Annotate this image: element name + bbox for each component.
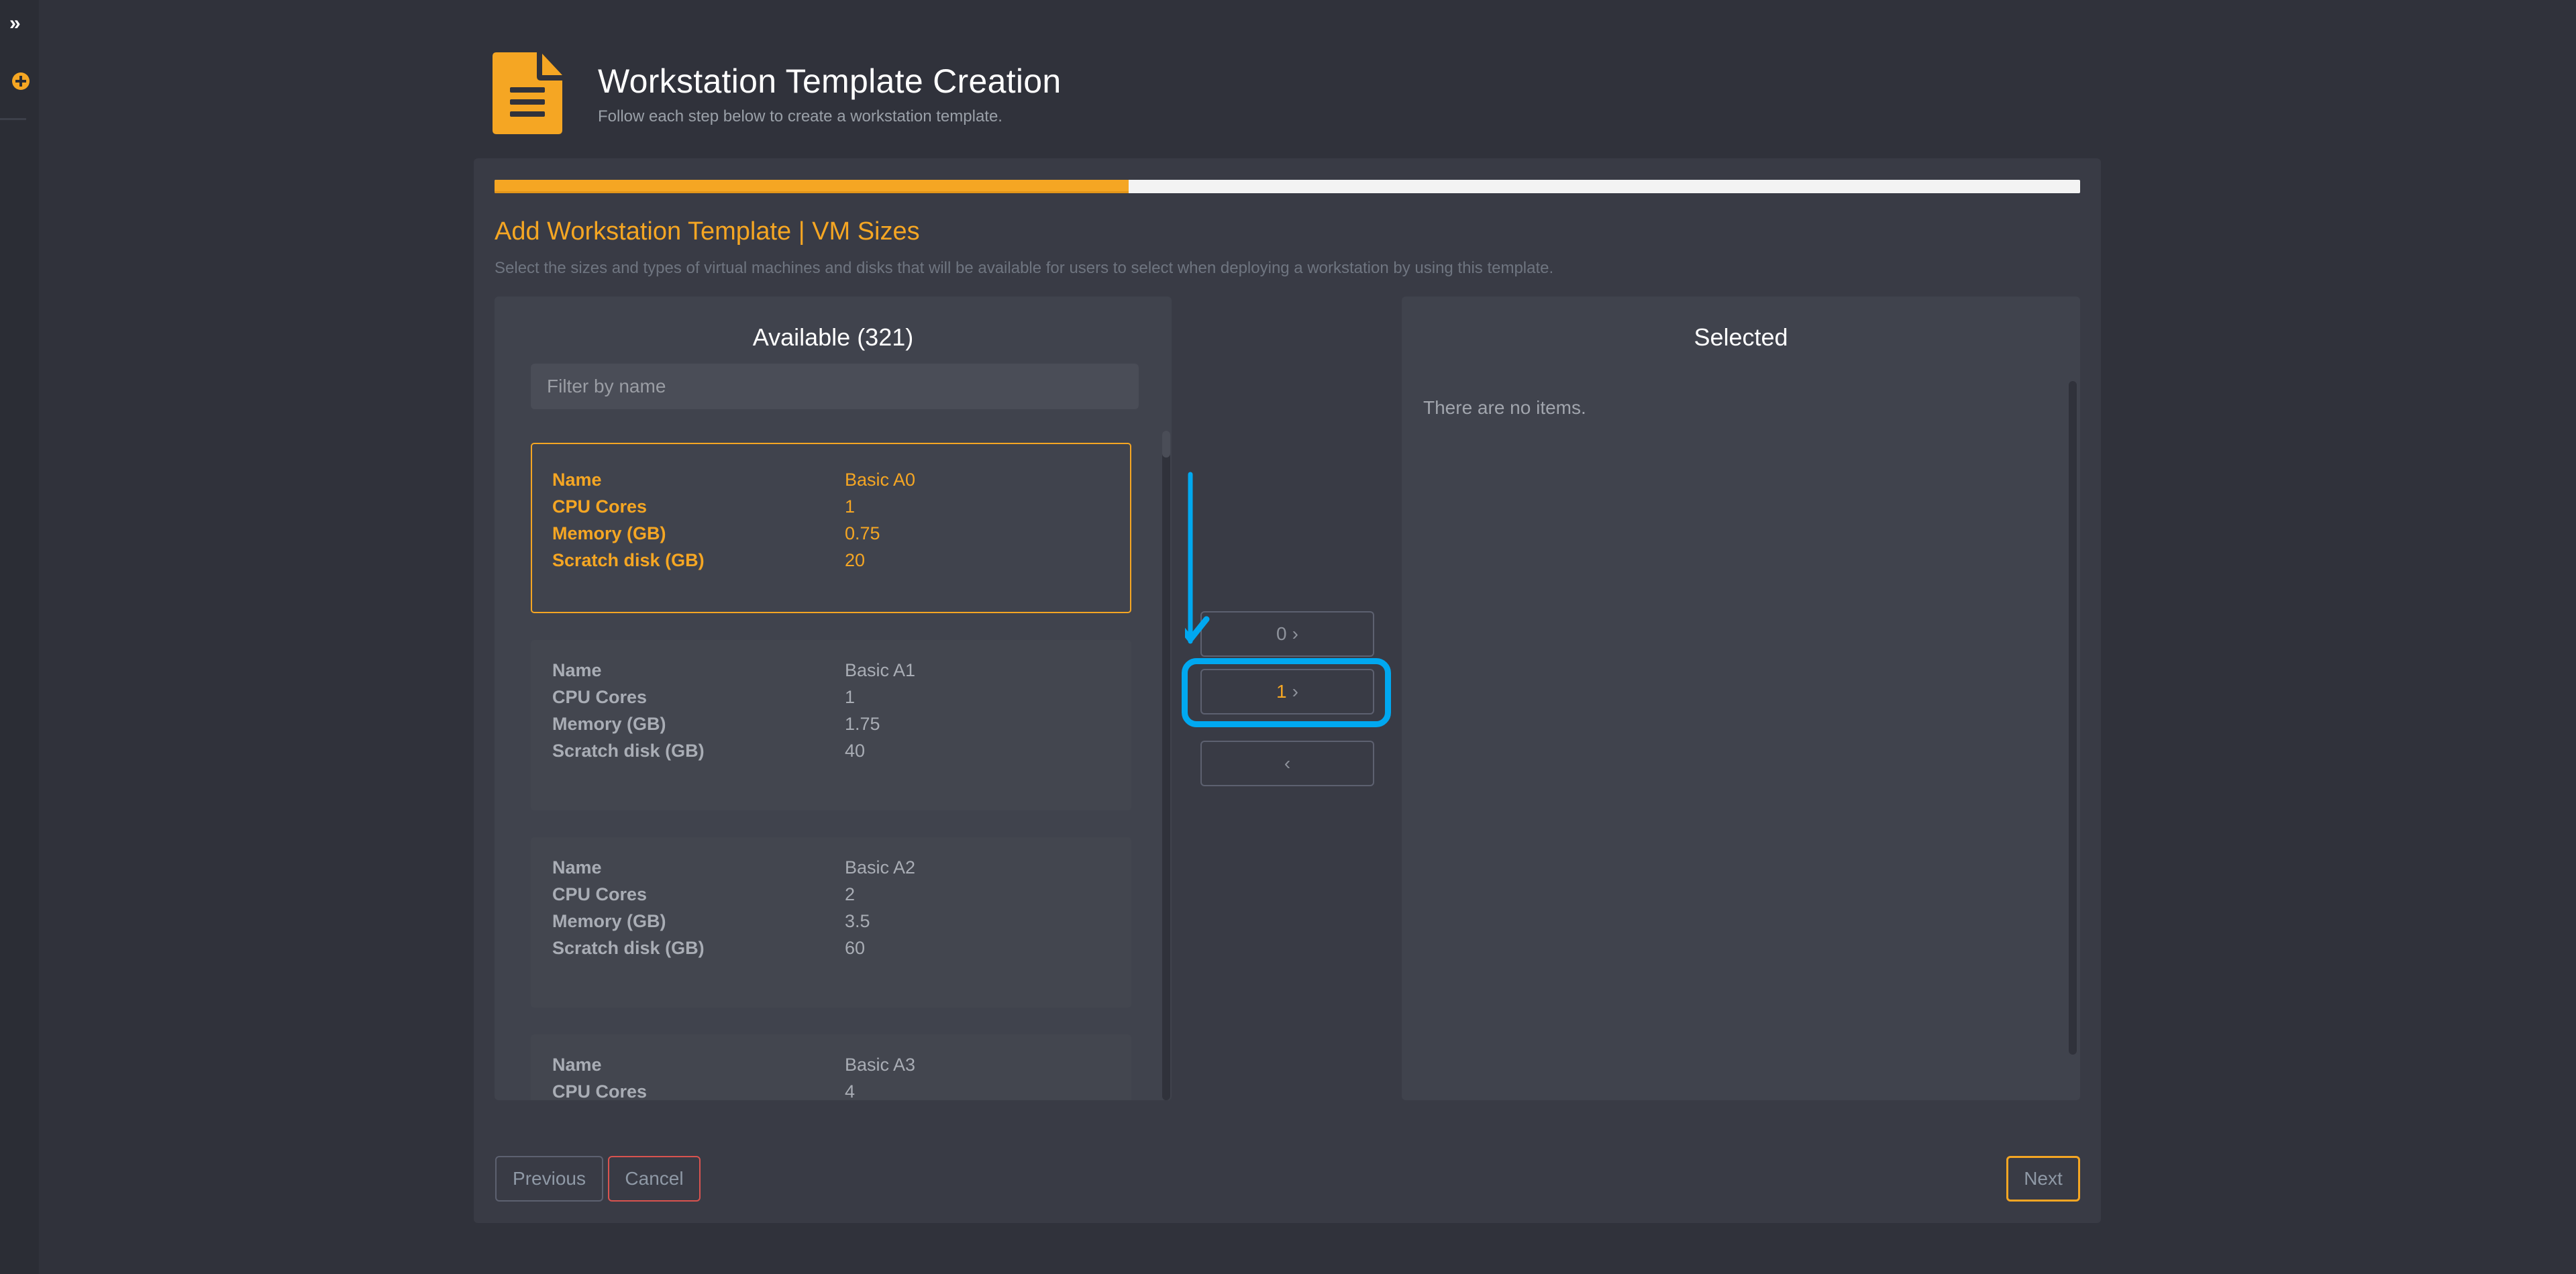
vm-property-row: Memory (GB) 3.5 — [552, 911, 1116, 938]
vm-property-label: Name — [552, 660, 602, 680]
vm-property-value: Basic A3 — [845, 1055, 916, 1075]
previous-button[interactable]: Previous — [495, 1156, 603, 1202]
cancel-button[interactable]: Cancel — [608, 1156, 701, 1202]
available-scrollbar-thumb[interactable] — [1162, 431, 1170, 458]
vm-property-row: Memory (GB) 1.75 — [552, 714, 1116, 741]
selected-heading: Selected — [1694, 323, 1788, 351]
left-rail: » — [0, 0, 39, 1274]
add-circle-icon[interactable] — [12, 72, 30, 90]
vm-size-card[interactable]: Name Basic A3 CPU Cores 4 — [531, 1034, 1131, 1100]
vm-property-label: Scratch disk (GB) — [552, 938, 705, 958]
progress-bar — [495, 180, 2080, 193]
vm-property-value: 60 — [845, 938, 866, 958]
page-subtitle: Follow each step below to create a works… — [598, 107, 1002, 125]
vm-property-row: Name Basic A0 — [552, 470, 1116, 496]
chevron-left-icon: ‹ — [1284, 753, 1291, 774]
vm-property-value: 1 — [845, 496, 856, 517]
vm-size-card[interactable]: Name Basic A1 CPU Cores 1 Memory (GB) 1.75 Scr… — [531, 640, 1131, 810]
vm-property-row: CPU Cores 1 — [552, 496, 1116, 523]
vm-property-row: Scratch disk (GB) 20 — [552, 550, 1116, 577]
vm-size-card[interactable]: Name Basic A2 CPU Cores 2 Memory (GB) 3.5 Scra… — [531, 837, 1131, 1008]
vm-property-value: 1.75 — [845, 714, 880, 734]
empty-message: There are no items. — [1423, 397, 1586, 418]
vm-property-value: 2 — [845, 884, 856, 904]
vm-property-row: CPU Cores 4 — [552, 1081, 1116, 1100]
vm-property-label: Name — [552, 470, 602, 490]
move-selected-button[interactable]: 1 › — [1200, 669, 1374, 714]
vm-property-value: Basic A1 — [845, 660, 916, 680]
document-icon — [493, 52, 562, 134]
move-all-button[interactable]: 0 › — [1200, 611, 1374, 657]
vm-property-label: Memory (GB) — [552, 523, 666, 543]
available-scrollbar[interactable] — [1162, 431, 1170, 1100]
vm-property-row: Memory (GB) 0.75 — [552, 523, 1116, 550]
next-button[interactable]: Next — [2006, 1156, 2080, 1202]
vm-property-value: 1 — [845, 687, 856, 707]
vm-property-label: Scratch disk (GB) — [552, 741, 705, 761]
step-description: Select the sizes and types of virtual ma… — [495, 259, 1554, 277]
page-title: Workstation Template Creation — [598, 62, 1062, 100]
wizard-card: Add Workstation Template | VM Sizes Sele… — [474, 158, 2101, 1223]
vm-property-label: CPU Cores — [552, 687, 648, 707]
move-back-button[interactable]: ‹ — [1200, 741, 1374, 786]
filter-input[interactable] — [531, 364, 1139, 409]
vm-property-value: 0.75 — [845, 523, 880, 543]
vm-property-value: 40 — [845, 741, 866, 761]
vm-property-value: Basic A0 — [845, 470, 916, 490]
vm-property-row: Name Basic A3 — [552, 1055, 1116, 1081]
vm-property-value: 20 — [845, 550, 866, 570]
selected-panel: Selected There are no items. — [1402, 297, 2080, 1100]
chevron-right-icon: › — [1292, 681, 1298, 702]
vm-property-label: Name — [552, 1055, 602, 1075]
vm-size-card[interactable]: Name Basic A0 CPU Cores 1 Memory (GB) 0.75 Scr… — [531, 443, 1131, 613]
selected-scrollbar[interactable] — [2069, 381, 2077, 1055]
vm-property-row: CPU Cores 1 — [552, 687, 1116, 714]
vm-property-label: Scratch disk (GB) — [552, 550, 705, 570]
vm-property-row: Scratch disk (GB) 40 — [552, 741, 1116, 767]
progress-fill — [495, 180, 1129, 193]
vm-property-row: CPU Cores 2 — [552, 884, 1116, 911]
vm-property-label: CPU Cores — [552, 884, 648, 904]
vm-property-label: Name — [552, 857, 602, 878]
vm-property-label: CPU Cores — [552, 1081, 648, 1100]
chevron-right-icon: › — [1292, 623, 1298, 644]
vm-property-row: Name Basic A2 — [552, 857, 1116, 884]
vm-property-value: Basic A2 — [845, 857, 916, 878]
vm-property-row: Name Basic A1 — [552, 660, 1116, 687]
selected-count: 1 — [1276, 681, 1287, 702]
vm-property-row: Scratch disk (GB) 60 — [552, 938, 1116, 965]
vm-property-label: Memory (GB) — [552, 714, 666, 734]
step-title: Add Workstation Template | VM Sizes — [495, 217, 920, 246]
vm-property-label: Memory (GB) — [552, 911, 666, 931]
vm-property-value: 4 — [845, 1081, 856, 1100]
vm-property-value: 3.5 — [845, 911, 870, 931]
expand-icon[interactable]: » — [9, 13, 30, 34]
vm-property-label: CPU Cores — [552, 496, 648, 517]
available-panel: Available (321) Name Basic A0 CPU Cores 1 Me… — [495, 297, 1172, 1100]
vm-list: Name Basic A0 CPU Cores 1 Memory (GB) 0.75 Scr… — [495, 431, 1172, 1100]
rail-divider — [0, 118, 26, 120]
available-heading: Available (321) — [752, 323, 914, 351]
